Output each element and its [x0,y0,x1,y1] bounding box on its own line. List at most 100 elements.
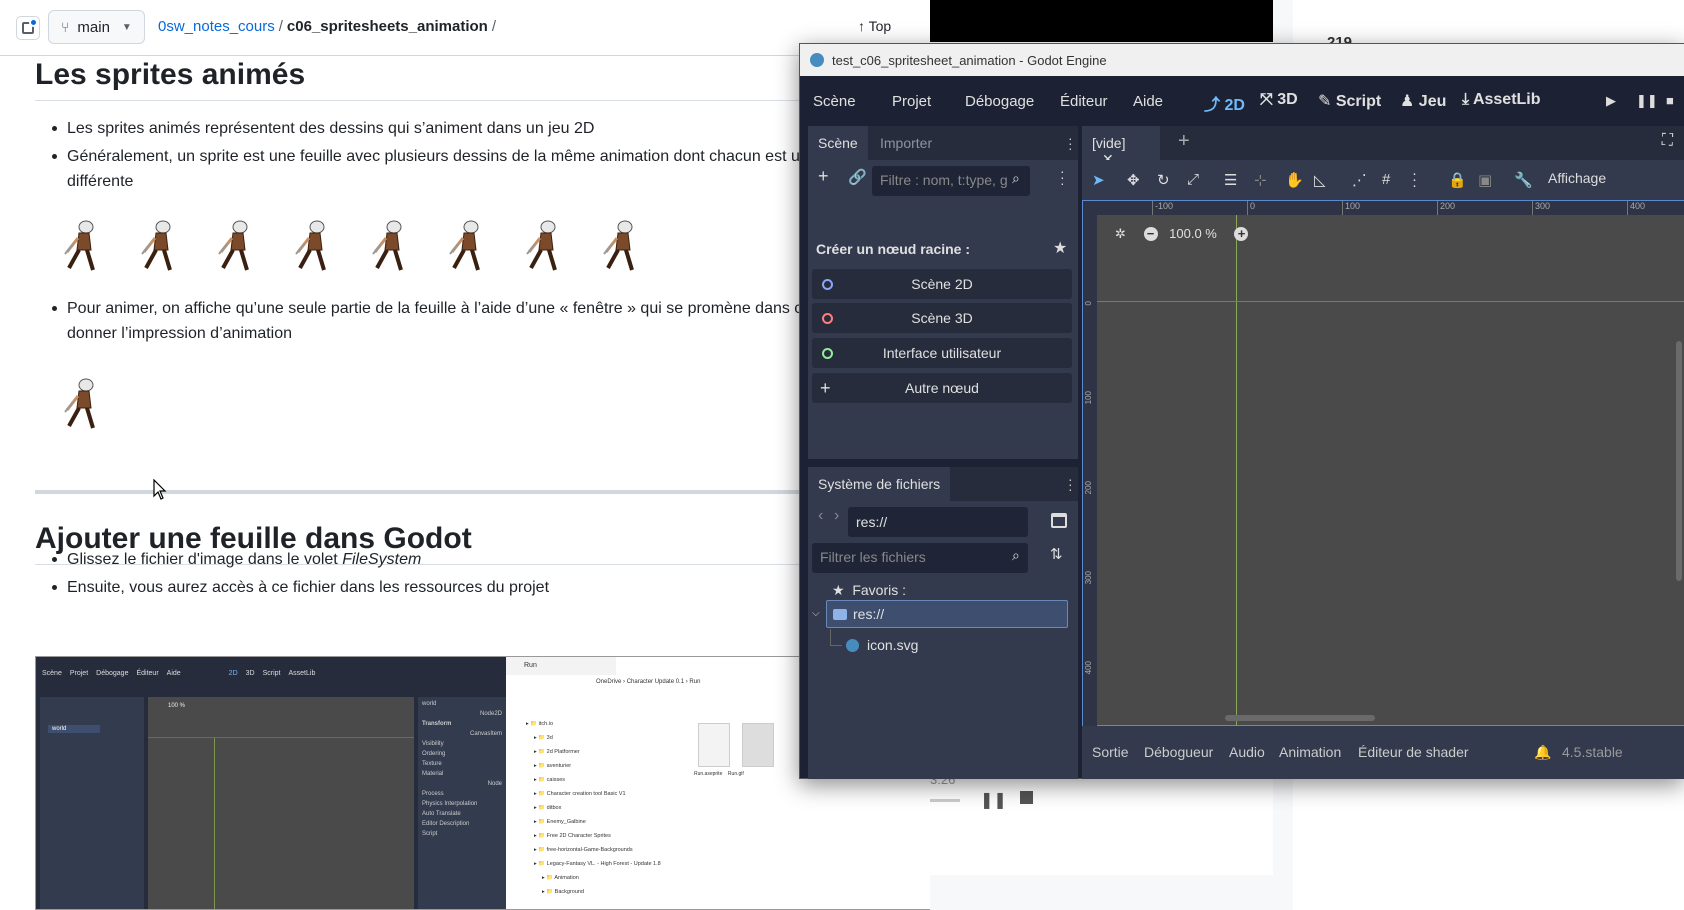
scene-filter-input[interactable]: Filtre : nom, t:type, g [872,166,1030,196]
menu-debug[interactable]: Débogage [965,93,1034,110]
chevron-down-icon: ▼ [121,21,132,33]
tab-shader-editor[interactable]: Éditeur de shader [1358,744,1469,760]
media-progress[interactable] [930,799,960,802]
group-icon[interactable]: ▣ [1478,171,1492,189]
node2d-icon [822,279,833,290]
center-view-icon[interactable]: ✲ [1115,226,1126,241]
top-button[interactable]: ↑ Top [858,18,891,34]
user-interface-button[interactable]: Interface utilisateur [812,338,1072,368]
window-title: test_c06_spritesheet_animation - Godot E… [832,52,1107,68]
tab-animation[interactable]: Animation [1279,744,1341,760]
breadcrumb-folder: c06_spritesheets_animation [286,18,488,35]
2d-canvas[interactable]: -100 0 100 200 300 400 0 100 200 300 400 ✲ − 100.… [1082,200,1684,727]
pan-icon[interactable]: ✋ [1285,171,1304,189]
game-icon: ♟ [1400,93,1415,110]
y-axis-line [1236,215,1237,727]
workspace-script[interactable]: ✎ Script [1318,91,1381,111]
mini-folder-item: ▸ 📁 itch.io [526,721,554,727]
forward-icon[interactable]: › [834,507,839,525]
mini-godot: Scène Projet Débogage Éditeur Aide 2D 3D Scrip… [36,657,506,909]
tab-filesystem[interactable]: Système de fichiers [808,467,951,501]
scene-tab-empty[interactable]: [vide] ✕ [1082,126,1160,167]
link-icon[interactable]: 🔗 [848,168,867,186]
v-scrollbar[interactable] [1676,341,1682,581]
scene-3d-button[interactable]: Scène 3D [812,303,1072,333]
fs-path-input[interactable]: res:// [848,507,1028,537]
move-icon[interactable]: ✥ [1127,171,1140,189]
workspace-assetlib[interactable]: ⤓ AssetLib [1462,91,1541,109]
x-axis-line [1097,301,1684,302]
star-icon: ★ [832,582,845,598]
bone-icon[interactable]: 🔧 [1514,171,1533,189]
mini-folder-item: ▸ 📁 Legacy-Fantasy VL. - High Forest - U… [534,861,661,867]
view-menu[interactable]: Affichage [1548,170,1606,186]
lock-icon[interactable]: 🔒 [1448,171,1467,189]
menu-project[interactable]: Projet [892,93,931,110]
stop-icon[interactable] [1020,791,1033,804]
other-node-button[interactable]: + Autre nœud [812,373,1072,403]
chevron-down-icon[interactable]: ⌵ [812,608,820,619]
ruler-label: 200 [1084,481,1093,495]
add-tab-icon[interactable]: + [1178,130,1190,153]
kebab-icon[interactable]: · · · [1412,166,1417,193]
list-item: Glissez le fichier d'image dans le volet… [52,547,421,572]
play-icon[interactable]: ▶ [1606,93,1616,109]
ruler-icon[interactable]: ◺ [1314,171,1326,189]
workspace-2d[interactable]: ⤴ 2D [1204,91,1245,115]
menu-help[interactable]: Aide [1133,93,1163,110]
dock-menu-icon[interactable]: · · · [1068,131,1073,155]
notification-icon[interactable]: 🔔 [1534,744,1551,761]
fullscreen-icon[interactable]: ⛶ [1662,132,1673,150]
ruler-label: 400 [1084,661,1093,675]
breadcrumb-repo-link[interactable]: 0sw_notes_cours [158,18,275,35]
stop-icon[interactable]: ■ [1666,93,1674,108]
h-scrollbar[interactable] [1225,715,1375,721]
mini-file-thumb [698,723,730,767]
list-item: Généralement, un sprite est une feuille … [52,144,809,194]
sidebar-toggle-button[interactable] [16,16,40,40]
list-select-icon[interactable]: ☰ [1224,171,1237,189]
zoom-level[interactable]: 100.0 % [1169,226,1217,241]
back-icon[interactable]: ‹ [818,507,823,525]
sprite-frame [59,376,103,432]
smart-snap-icon[interactable]: ⋰ [1352,171,1367,189]
kebab-icon[interactable]: · · · [1060,164,1065,190]
pivot-icon[interactable]: ⊹ [1254,171,1267,189]
branch-selector[interactable]: ⑂ main ▼ [48,10,145,44]
scale-icon[interactable]: ⤢ [1187,171,1199,188]
tab-audio[interactable]: Audio [1229,744,1265,760]
pause-icon[interactable]: ❚❚ [1636,93,1658,109]
create-root-label: Créer un nœud racine : [816,241,971,257]
godot-logo-icon [810,53,824,67]
embedded-screenshot: Scène Projet Débogage Éditeur Aide 2D 3D Scrip… [35,656,930,910]
zoom-in-icon[interactable]: + [1234,227,1249,241]
workspace-3d[interactable]: ⤧ 3D [1260,91,1298,109]
grid-snap-icon[interactable]: # [1382,171,1390,188]
sort-icon[interactable]: ⇅ [1050,545,1063,563]
dock-menu-icon[interactable]: · · · [1068,472,1073,496]
mini-folder-item: ▸ 📁 Free 2D Character Sprites [534,833,611,839]
tab-debugger[interactable]: Débogueur [1144,744,1213,760]
pause-icon[interactable]: ❚❚ [980,790,1007,810]
zoom-out-icon[interactable]: − [1143,227,1158,241]
fs-file-icon-svg[interactable]: icon.svg [846,637,918,653]
fs-filter-input[interactable]: Filtrer les fichiers [812,543,1028,573]
add-node-icon[interactable]: + [818,166,829,187]
menu-editor[interactable]: Éditeur [1060,93,1108,110]
fs-favorites[interactable]: ★ Favoris : [832,582,906,599]
tab-output[interactable]: Sortie [1092,744,1129,760]
sprite-frame [598,218,642,274]
scene-dock: Scène Importer · · · + 🔗 Filtre : nom, t:t… [808,126,1078,459]
rotate-icon[interactable]: ↻ [1157,171,1170,189]
markdown-body: Les sprites animés Les sprites animés re… [0,56,930,910]
star-icon[interactable]: ★ [1053,238,1067,258]
select-icon[interactable]: ➤ [1092,171,1105,189]
tab-scene[interactable]: Scène [808,126,868,160]
mini-folder-item: ▸ 📁 Character creation tool Basic V1 [534,791,626,797]
scene-2d-button[interactable]: Scène 2D [812,269,1072,299]
workspace-game[interactable]: ♟ Jeu [1400,91,1446,111]
menu-scene[interactable]: Scène [813,93,856,110]
split-view-icon[interactable] [1051,513,1067,528]
fs-res-folder[interactable]: res:// [826,600,1068,628]
tab-import[interactable]: Importer [870,126,942,160]
